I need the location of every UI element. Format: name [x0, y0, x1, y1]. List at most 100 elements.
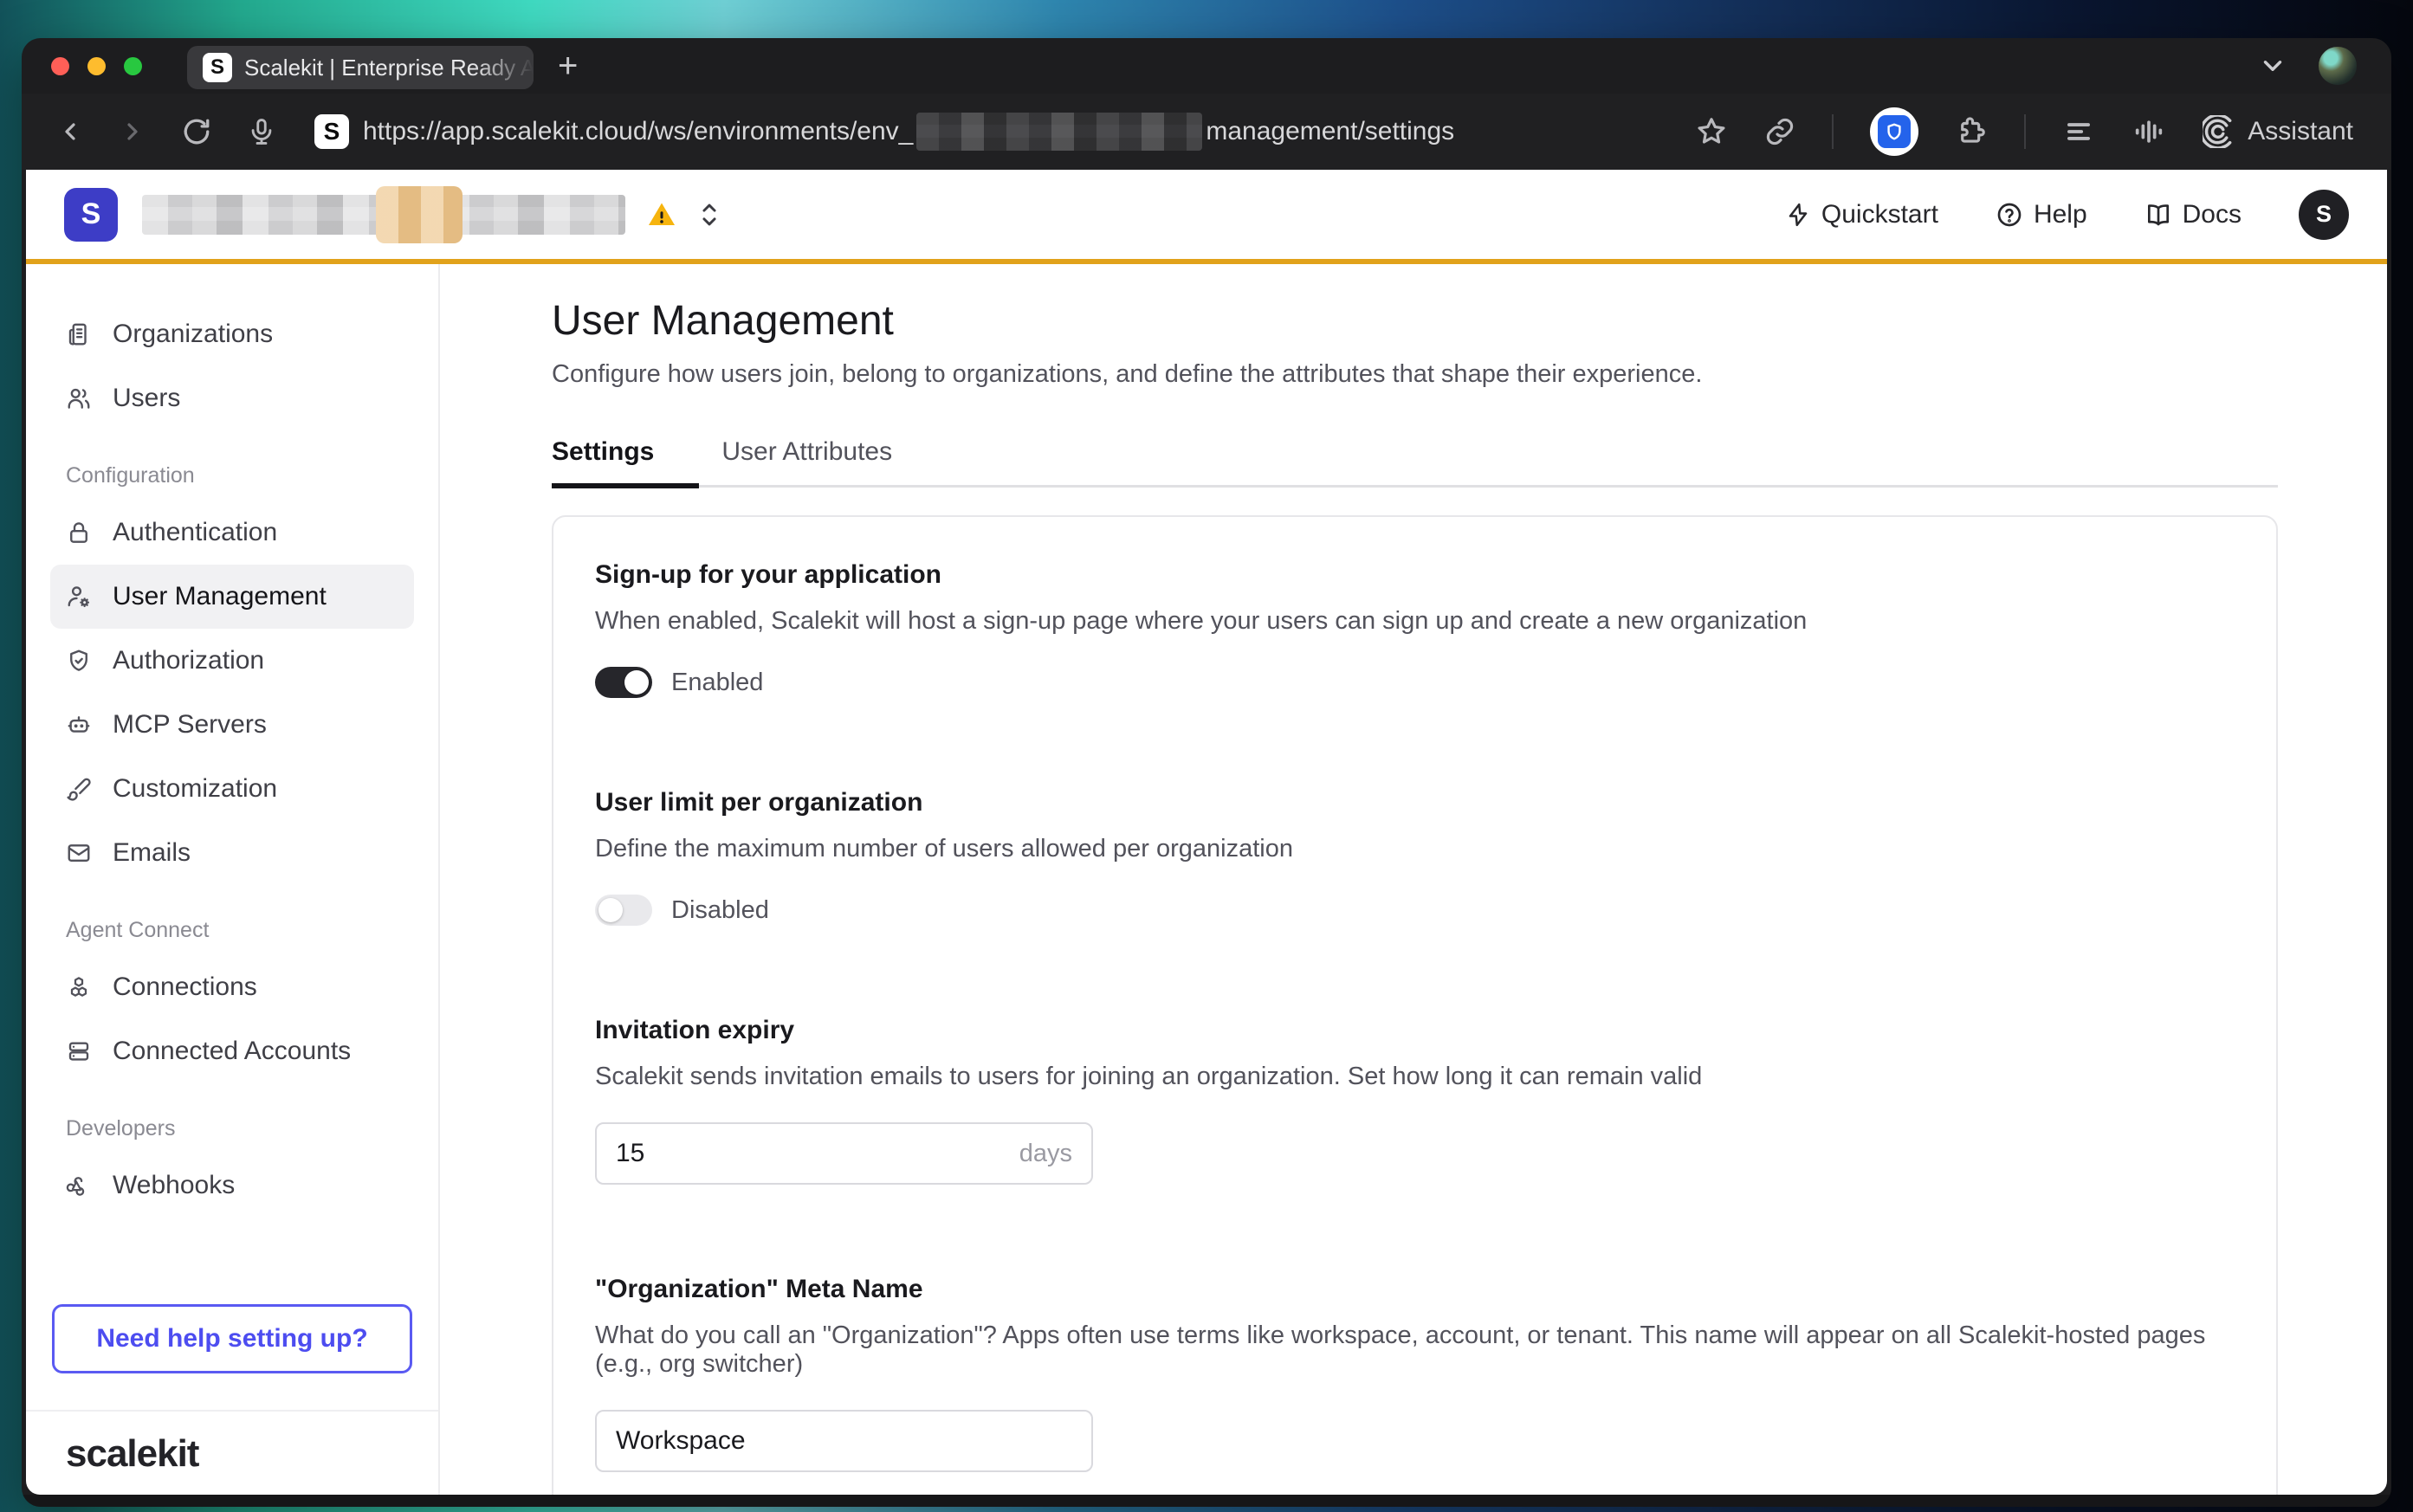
cubes-icon — [66, 974, 92, 1000]
signup-toggle[interactable] — [595, 667, 652, 698]
signup-section: Sign-up for your application When enable… — [595, 560, 2235, 698]
tab-settings[interactable]: Settings — [552, 437, 699, 486]
invitation-expiry-title: Invitation expiry — [595, 1016, 2235, 1045]
copy-link-icon[interactable] — [1764, 116, 1795, 147]
close-window-button[interactable] — [51, 57, 69, 75]
signup-toggle-label: Enabled — [671, 669, 763, 697]
sidebar: Organizations Users Configuration Authen… — [26, 264, 440, 1495]
user-gear-icon — [66, 584, 92, 610]
browser-tab[interactable]: S Scalekit | Enterprise Ready A — [187, 46, 534, 89]
voice-waveform-icon[interactable] — [2132, 114, 2166, 149]
sidebar-item-users[interactable]: Users — [50, 366, 414, 430]
invitation-expiry-description: Scalekit sends invitation emails to user… — [595, 1063, 2235, 1091]
webhook-icon — [66, 1173, 92, 1199]
user-avatar[interactable]: S — [2299, 190, 2349, 240]
user-limit-title: User limit per organization — [595, 788, 2235, 817]
tab-title: Scalekit | Enterprise Ready A — [244, 55, 534, 81]
sidebar-item-label: Connected Accounts — [113, 1037, 351, 1066]
org-meta-input[interactable] — [616, 1426, 1072, 1456]
org-meta-section: "Organization" Meta Name What do you cal… — [595, 1275, 2235, 1472]
bitwarden-extension-icon[interactable] — [1870, 107, 1918, 156]
chevron-down-icon[interactable] — [2258, 51, 2287, 81]
invitation-expiry-field: days — [595, 1122, 1093, 1185]
signup-title: Sign-up for your application — [595, 560, 2235, 590]
tab-favicon: S — [203, 53, 232, 82]
reload-icon[interactable] — [181, 116, 212, 147]
sidebar-item-webhooks[interactable]: Webhooks — [50, 1153, 414, 1218]
sidebar-item-label: MCP Servers — [113, 710, 267, 740]
sidebar-section-agent-connect: Agent Connect — [66, 918, 414, 943]
user-limit-description: Define the maximum number of users allow… — [595, 835, 2235, 863]
scalekit-app: S Quickstart Help Docs — [26, 170, 2387, 1495]
address-bar[interactable]: S https://app.scalekit.cloud/ws/environm… — [314, 113, 1454, 151]
sidebar-item-authentication[interactable]: Authentication — [50, 501, 414, 565]
settings-card: Sign-up for your application When enable… — [552, 515, 2278, 1495]
invitation-expiry-input[interactable] — [616, 1139, 1019, 1168]
sidebar-section-developers: Developers — [66, 1116, 414, 1141]
workspace-name-redacted[interactable] — [142, 195, 625, 235]
forward-icon[interactable] — [119, 118, 146, 145]
sidebar-item-mcp-servers[interactable]: MCP Servers — [50, 693, 414, 757]
sidebar-item-connections[interactable]: Connections — [50, 955, 414, 1019]
assistant-button[interactable]: Assistant — [2203, 115, 2353, 148]
profile-avatar[interactable] — [2319, 47, 2357, 85]
browser-toolbar: S https://app.scalekit.cloud/ws/environm… — [22, 94, 2391, 170]
reading-list-icon[interactable] — [2062, 115, 2095, 148]
help-circle-icon — [1996, 201, 2023, 229]
lock-icon — [66, 520, 92, 546]
shield-check-icon — [66, 648, 92, 674]
book-open-icon — [2145, 201, 2172, 229]
app-header: S Quickstart Help Docs — [26, 170, 2387, 259]
sidebar-item-customization[interactable]: Customization — [50, 757, 414, 821]
need-help-button[interactable]: Need help setting up? — [52, 1304, 412, 1373]
org-meta-description: What do you call an "Organization"? Apps… — [595, 1321, 2223, 1379]
quickstart-button[interactable]: Quickstart — [1785, 200, 1938, 229]
sidebar-item-label: Webhooks — [113, 1171, 235, 1200]
envelope-icon — [66, 840, 92, 866]
extensions-puzzle-icon[interactable] — [1955, 115, 1988, 148]
sidebar-item-label: Customization — [113, 774, 277, 804]
help-button[interactable]: Help — [1996, 200, 2087, 229]
scalekit-logo-badge: S — [64, 188, 118, 242]
tab-bar: Settings User Attributes — [552, 437, 2278, 486]
user-limit-toggle[interactable] — [595, 895, 652, 926]
org-meta-field — [595, 1410, 1093, 1472]
warning-triangle-icon — [646, 199, 677, 230]
robot-icon — [66, 712, 92, 738]
sidebar-item-authorization[interactable]: Authorization — [50, 629, 414, 693]
sidebar-item-user-management[interactable]: User Management — [50, 565, 414, 629]
sidebar-item-emails[interactable]: Emails — [50, 821, 414, 885]
site-favicon: S — [314, 114, 349, 149]
sidebar-item-label: Authorization — [113, 646, 264, 675]
sidebar-item-connected-accounts[interactable]: Connected Accounts — [50, 1019, 414, 1083]
microphone-icon[interactable] — [247, 117, 276, 146]
workspace-switcher-chevrons[interactable] — [696, 200, 722, 229]
invitation-expiry-unit: days — [1019, 1140, 1072, 1168]
users-icon — [66, 385, 92, 411]
user-limit-toggle-label: Disabled — [671, 896, 769, 925]
browser-window: S Scalekit | Enterprise Ready A + — [22, 38, 2391, 1507]
building-icon — [66, 321, 92, 347]
bookmark-star-icon[interactable] — [1695, 115, 1728, 148]
assistant-label: Assistant — [2248, 117, 2353, 146]
server-stack-icon — [66, 1038, 92, 1064]
zap-icon — [1785, 202, 1811, 228]
maximize-window-button[interactable] — [124, 57, 142, 75]
docs-button[interactable]: Docs — [2145, 200, 2242, 229]
assistant-wave-icon — [2203, 115, 2235, 148]
org-meta-title: "Organization" Meta Name — [595, 1275, 2235, 1304]
window-bottom-edge — [22, 1495, 2391, 1507]
back-icon[interactable] — [56, 118, 84, 145]
new-tab-button[interactable]: + — [558, 48, 578, 83]
browser-tab-bar: S Scalekit | Enterprise Ready A + — [22, 38, 2391, 94]
minimize-window-button[interactable] — [87, 57, 106, 75]
sidebar-item-label: User Management — [113, 582, 327, 611]
window-controls — [51, 57, 142, 75]
sidebar-item-organizations[interactable]: Organizations — [50, 302, 414, 366]
sidebar-item-label: Connections — [113, 972, 257, 1002]
tab-user-attributes[interactable]: User Attributes — [699, 437, 915, 486]
page-title: User Management — [552, 297, 2387, 345]
invitation-expiry-section: Invitation expiry Scalekit sends invitat… — [595, 1016, 2235, 1185]
sidebar-item-label: Emails — [113, 838, 191, 868]
sidebar-divider — [26, 1410, 438, 1412]
